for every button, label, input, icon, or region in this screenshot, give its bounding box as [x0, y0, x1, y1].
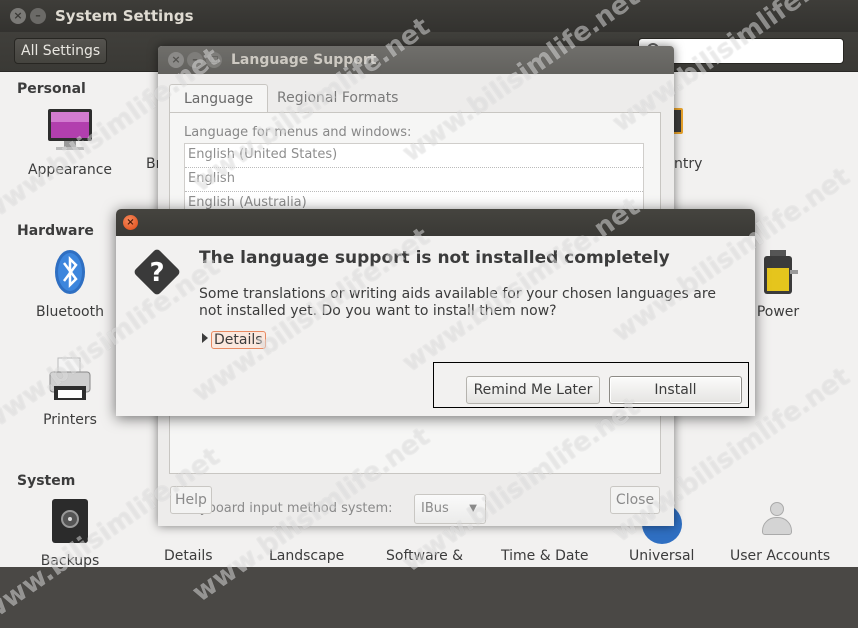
close-icon[interactable]: ×	[10, 8, 26, 24]
tab-regional-formats[interactable]: Regional Formats	[263, 84, 412, 112]
time-date-tile-label[interactable]: Time & Date	[501, 548, 589, 564]
remind-me-later-button[interactable]: Remind Me Later	[466, 376, 600, 404]
svg-text:?: ?	[149, 258, 164, 288]
landscape-tile-label[interactable]: Landscape	[269, 548, 344, 564]
install-button[interactable]: Install	[609, 376, 742, 404]
list-item[interactable]: English	[185, 168, 643, 192]
all-settings-button[interactable]: All Settings	[14, 38, 108, 64]
question-icon: ?	[131, 246, 183, 298]
tab-language[interactable]: Language	[169, 84, 269, 112]
section-hardware: Hardware	[17, 223, 94, 239]
details-expander[interactable]: Details	[202, 331, 266, 349]
details-tile-label[interactable]: Details	[164, 548, 213, 564]
help-button[interactable]: Help	[170, 486, 212, 514]
appearance-label: Appearance	[27, 162, 113, 178]
battery-icon	[754, 248, 802, 296]
section-system: System	[17, 473, 76, 489]
window-title: System Settings	[55, 7, 194, 25]
printers-label: Printers	[43, 412, 97, 428]
backups-tile[interactable]: Backups	[10, 497, 130, 569]
minimize-icon[interactable]: –	[30, 8, 46, 24]
universal-tile-label[interactable]: Universal	[629, 548, 694, 564]
bluetooth-label: Bluetooth	[36, 304, 104, 320]
country-label: ntry	[674, 156, 703, 172]
settings-titlebar: × – System Settings	[0, 0, 858, 32]
section-personal: Personal	[17, 81, 86, 97]
chevron-down-icon: ▼	[469, 503, 477, 514]
keyboard-input-select[interactable]: IBus ▼	[414, 494, 486, 524]
minimize-icon[interactable]: –	[187, 52, 203, 68]
dialog-heading: The language support is not installed co…	[199, 248, 670, 268]
dialog-button-box: Remind Me Later Install	[433, 362, 749, 408]
appearance-tile[interactable]: Appearance	[10, 106, 130, 178]
user-accounts-tile-label[interactable]: User Accounts	[730, 548, 830, 564]
keyboard-input-label: Keyboard input method system:	[184, 501, 393, 516]
close-icon[interactable]: ×	[168, 52, 184, 68]
monitor-icon	[46, 106, 94, 154]
software-tile-label[interactable]: Software &	[386, 548, 463, 564]
details-label: Details	[211, 331, 266, 349]
expander-arrow-icon	[202, 333, 208, 343]
bluetooth-tile[interactable]: Bluetooth	[10, 248, 130, 320]
list-item[interactable]: English (United States)	[185, 144, 643, 168]
dialog-titlebar: ×	[116, 209, 755, 236]
dialog-message: Some translations or writing aids availa…	[199, 286, 716, 319]
language-support-titlebar: × – □ Language Support	[158, 46, 674, 74]
install-dialog: × ? The language support is not installe…	[116, 209, 755, 416]
language-list-heading: Language for menus and windows:	[184, 125, 412, 140]
printer-icon	[46, 356, 94, 404]
close-button[interactable]: Close	[610, 486, 660, 514]
printers-tile[interactable]: Printers	[10, 356, 130, 428]
close-icon[interactable]: ×	[123, 215, 138, 230]
maximize-icon[interactable]: □	[206, 52, 222, 68]
safe-icon	[46, 497, 94, 545]
keyboard-input-value: IBus	[421, 501, 449, 516]
language-support-title: Language Support	[231, 52, 377, 68]
bluetooth-icon	[46, 248, 94, 296]
users-icon	[756, 500, 798, 538]
language-list[interactable]: English (United States) English English …	[184, 143, 644, 213]
